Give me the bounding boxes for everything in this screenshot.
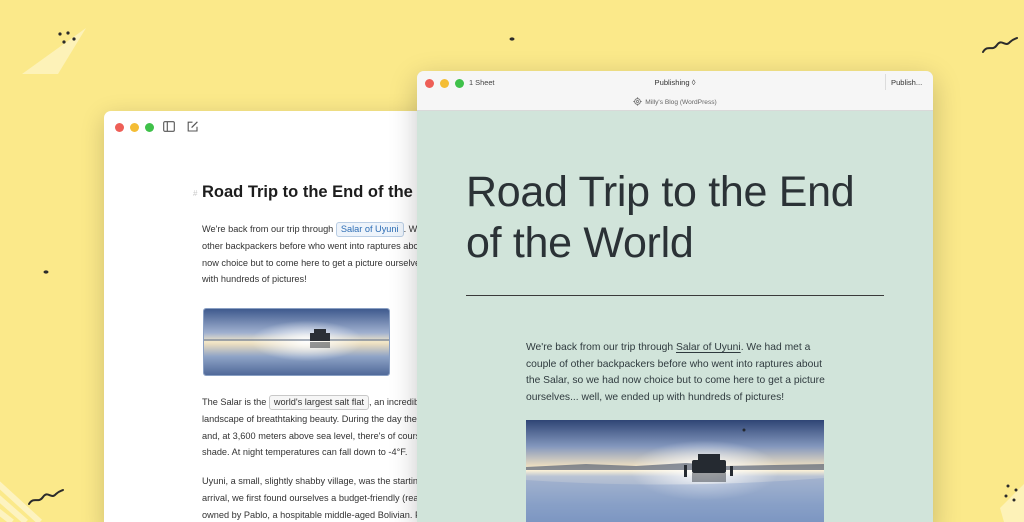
compose-icon[interactable]	[187, 121, 199, 132]
close-window-button[interactable]	[115, 123, 124, 132]
title-divider	[466, 295, 884, 296]
blog-target[interactable]: Milly's Blog (WordPress)	[417, 97, 933, 106]
heading-marker: #	[193, 189, 198, 198]
post-body-paragraph: We're back from our trip through Salar o…	[526, 340, 826, 406]
text-line: with hundreds of pictures!	[202, 274, 307, 285]
editor-title[interactable]: Road Trip to the End of the	[202, 183, 413, 202]
decorative-dot	[509, 37, 515, 41]
zoom-window-button[interactable]	[145, 123, 154, 132]
sidebar-toggle-icon[interactable]	[163, 121, 175, 132]
text-run: We're back from our trip through	[202, 224, 336, 234]
gear-icon	[633, 97, 642, 106]
preview-window: 1 Sheet Publishing ◊ Publish... Milly's …	[417, 71, 933, 522]
text-run: We're back from our trip through	[526, 342, 676, 353]
publishing-mode-selector[interactable]: Publishing ◊	[417, 78, 933, 87]
salt-flat-image	[526, 420, 824, 522]
salar-link[interactable]: Salar of Uyuni	[676, 342, 741, 353]
text-line: shade. At night temperatures can fall do…	[202, 447, 408, 458]
minimize-window-button[interactable]	[130, 123, 139, 132]
post-title: Road Trip to the End of the World	[466, 168, 855, 267]
toolbar-divider	[885, 74, 886, 90]
text-line: other backpackers before who went into r…	[202, 240, 419, 251]
editor-paragraph-1[interactable]: We're back from our trip through Salar o…	[202, 221, 434, 288]
text-line: arrival, we first found ourselves a budg…	[202, 492, 419, 503]
link-chip-salar[interactable]: Salar of Uyuni	[335, 222, 404, 237]
decorative-dot	[43, 270, 49, 274]
text-run: The Salar is the	[202, 397, 269, 407]
window-controls	[115, 123, 154, 132]
highlight-chip-salt-flat[interactable]: world's largest salt flat	[268, 395, 369, 410]
salt-flat-image-thumbnail[interactable]	[203, 308, 390, 376]
editor-paragraph-3[interactable]: Uyuni, a small, slightly shabby village,…	[202, 473, 434, 522]
publish-button[interactable]: Publish...	[891, 78, 922, 87]
preview-toolbar: 1 Sheet Publishing ◊ Publish... Milly's …	[417, 71, 933, 111]
decorative-triangle	[22, 28, 86, 74]
text-run: , an incredib	[369, 397, 420, 407]
editor-window: # Road Trip to the End of the We're back…	[104, 111, 434, 522]
text-line: now choice but to come here to get a pic…	[202, 257, 421, 268]
editor-paragraph-2[interactable]: The Salar is the world's largest salt fl…	[202, 394, 434, 461]
text-line: Uyuni, a small, slightly shabby village,…	[202, 476, 424, 486]
blog-label: Milly's Blog (WordPress)	[645, 99, 717, 106]
text-line: owned by Pablo, a hospitable middle-aged…	[202, 509, 422, 520]
decorative-squiggle	[28, 489, 64, 505]
text-line: and, at 3,600 meters above sea level, th…	[202, 430, 421, 441]
decorative-confetti	[1000, 484, 1024, 522]
text-line: landscape of breathtaking beauty. During…	[202, 413, 417, 424]
decorative-squiggle	[982, 37, 1018, 53]
